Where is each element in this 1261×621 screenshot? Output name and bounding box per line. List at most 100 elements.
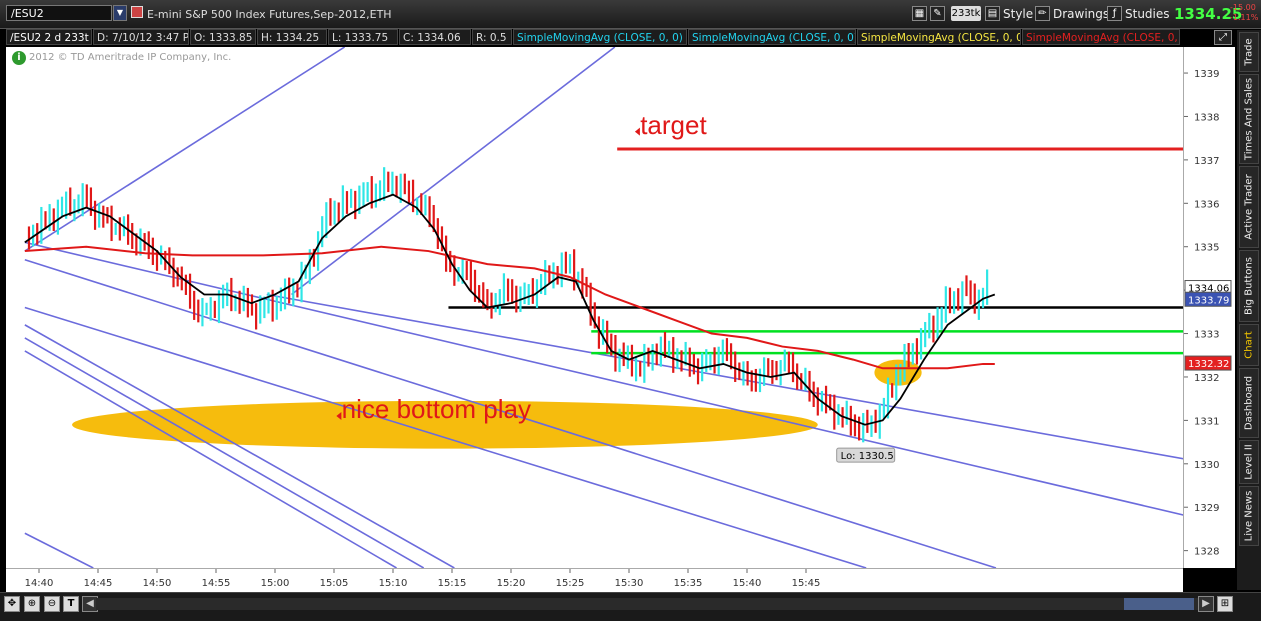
chart-bottom-bar: ✥ ⊕ ⊖ T ◀ ▶ ⊞	[0, 592, 1261, 621]
trend-line	[24, 350, 397, 568]
trend-line	[24, 47, 346, 252]
price-tick-label: 1331	[1194, 416, 1219, 427]
time-tick-label: 15:40	[733, 578, 762, 589]
fast-moving-average-line	[24, 193, 996, 426]
instrument-description: E-mini S&P 500 Index Futures,Sep-2012,ET…	[147, 8, 392, 21]
time-tick-label: 15:30	[615, 578, 644, 589]
highlight-ellipse-cross	[874, 359, 922, 386]
price-bubble-label: 1333.79	[1188, 295, 1229, 306]
tab-dashboard[interactable]: Dashboard	[1239, 368, 1259, 438]
studies-menu-button[interactable]: Studies	[1125, 6, 1170, 22]
quote-field: H: 1334.25	[257, 29, 327, 45]
price-axis[interactable]: 1328132913301331133213331334133513361337…	[1183, 47, 1235, 568]
time-tick-label: 15:20	[497, 578, 526, 589]
chart-header-bar: /ESU2 ▼ E-mini S&P 500 Index Futures,Sep…	[0, 0, 1261, 29]
zoom-fit-icon[interactable]: ⊞	[1217, 596, 1233, 612]
drawings-icon[interactable]: ✏	[1035, 6, 1050, 21]
time-tick-label: 15:10	[379, 578, 408, 589]
scroll-right-icon[interactable]: ▶	[1198, 596, 1214, 612]
study-legend-item[interactable]: SimpleMovingAvg (CLOSE, 0, 0)	[857, 29, 1021, 45]
trend-line	[24, 337, 425, 568]
tab-label: Dashboard	[1243, 375, 1255, 431]
right-side-tabs: Trade Times And Sales Active Trader Big But…	[1237, 30, 1261, 590]
symbol-input[interactable]: /ESU2	[6, 5, 112, 21]
time-tick-label: 14:45	[84, 578, 113, 589]
time-tick-label: 15:35	[674, 578, 703, 589]
tab-label: Live News	[1243, 490, 1255, 542]
price-tick-label: 1333	[1194, 330, 1219, 341]
tab-label: Times And Sales	[1243, 77, 1255, 161]
symbol-dropdown-button[interactable]: ▼	[113, 5, 127, 21]
tab-label: Level II	[1243, 444, 1255, 480]
price-tick-label: 1336	[1194, 199, 1219, 210]
time-axis-svg: 14:40 14:45 14:50 14:55 15:00 15:05 15:10 15:15…	[25, 569, 821, 589]
chart-plot-area[interactable]: target nice bottom play Lo: 1330.5 i 2012 …	[6, 47, 1183, 568]
quote-symbol: /ESU2 2 d 233t	[6, 29, 92, 45]
target-annotation: target	[640, 110, 707, 140]
price-tick-label: 1339	[1194, 69, 1219, 80]
price-tick-label: 1330	[1194, 460, 1219, 471]
time-tick-label: 14:40	[25, 578, 54, 589]
symbol-menu-icon[interactable]	[131, 6, 143, 18]
tab-live-news[interactable]: Live News	[1239, 486, 1259, 546]
tab-times-and-sales[interactable]: Times And Sales	[1239, 74, 1259, 164]
aggregation-button[interactable]: 233tk	[951, 6, 981, 21]
tab-active-trader[interactable]: Active Trader	[1239, 166, 1259, 248]
chart-scrollbar-thumb[interactable]	[1124, 598, 1194, 610]
time-tick-label: 15:25	[556, 578, 585, 589]
tab-label: Chart	[1243, 331, 1255, 359]
wrench-icon[interactable]: ✎	[930, 6, 945, 21]
tab-big-buttons[interactable]: Big Buttons	[1239, 250, 1259, 322]
time-tick-label: 15:15	[438, 578, 467, 589]
pan-icon[interactable]: ✥	[4, 596, 20, 612]
study-legend-item[interactable]: SimpleMovingAvg (CLOSE, 0, 0)	[513, 29, 687, 45]
net-change: -15.00	[1230, 3, 1256, 12]
zoom-in-icon[interactable]: ⊕	[24, 596, 40, 612]
time-tick-label: 15:05	[320, 578, 349, 589]
zoom-out-icon[interactable]: ⊖	[44, 596, 60, 612]
price-chart: target nice bottom play Lo: 1330.5	[24, 47, 1183, 568]
quote-field: O: 1333.85	[190, 29, 256, 45]
price-tick-label: 1335	[1194, 243, 1219, 254]
tab-label: Big Buttons	[1243, 257, 1255, 315]
copyright-text: 2012 © TD Ameritrade IP Company, Inc.	[29, 52, 232, 63]
bottom-annotation: nice bottom play	[342, 394, 531, 424]
net-change-percent: -1.11%	[1230, 13, 1259, 22]
low-label: Lo: 1330.5	[841, 451, 894, 462]
trend-line	[24, 532, 94, 568]
tab-chart[interactable]: Chart	[1239, 324, 1259, 366]
time-axis[interactable]: 14:40 14:45 14:50 14:55 15:00 15:05 15:10 15:15…	[6, 568, 1183, 592]
quote-field: C: 1334.06	[399, 29, 471, 45]
price-tick-label: 1329	[1194, 503, 1219, 514]
studies-icon[interactable]: ƒ	[1107, 6, 1122, 21]
quote-field: L: 1333.75	[328, 29, 398, 45]
chart-scrollbar[interactable]	[96, 598, 1206, 610]
maximize-chart-icon[interactable]: ⤢	[1214, 30, 1232, 45]
trend-line	[24, 241, 1183, 516]
quote-field: R: 0.5	[472, 29, 512, 45]
style-menu-button[interactable]: Style	[1003, 6, 1033, 22]
tab-trade[interactable]: Trade	[1239, 32, 1259, 72]
time-tick-label: 15:45	[792, 578, 821, 589]
price-axis-svg: 1328132913301331133213331334133513361337…	[1184, 69, 1232, 558]
chart-settings-icon[interactable]: ▦	[912, 6, 927, 21]
time-tick-label: 14:50	[143, 578, 172, 589]
tab-label: Active Trader	[1243, 174, 1255, 240]
info-icon[interactable]: i	[12, 51, 26, 65]
time-tick-label: 14:55	[202, 578, 231, 589]
price-tick-label: 1337	[1194, 156, 1219, 167]
price-tick-label: 1332	[1194, 373, 1219, 384]
tab-level-ii[interactable]: Level II	[1239, 440, 1259, 484]
price-tick-label: 1328	[1194, 547, 1219, 558]
chevron-down-icon: ▼	[116, 8, 124, 17]
study-legend-item[interactable]: SimpleMovingAvg (CLOSE, 0, 0)	[1022, 29, 1180, 45]
annotation-arrow	[634, 127, 640, 136]
price-tick-label: 1338	[1194, 112, 1219, 123]
price-bubble-label: 1332.32	[1188, 359, 1229, 370]
study-legend-item[interactable]: SimpleMovingAvg (CLOSE, 0, 0)	[688, 29, 856, 45]
text-tool-icon[interactable]: T	[63, 596, 79, 612]
drawings-menu-button[interactable]: Drawings	[1053, 6, 1109, 22]
style-icon[interactable]: ▤	[985, 6, 1000, 21]
tab-label: Trade	[1243, 38, 1255, 66]
time-tick-label: 15:00	[261, 578, 290, 589]
